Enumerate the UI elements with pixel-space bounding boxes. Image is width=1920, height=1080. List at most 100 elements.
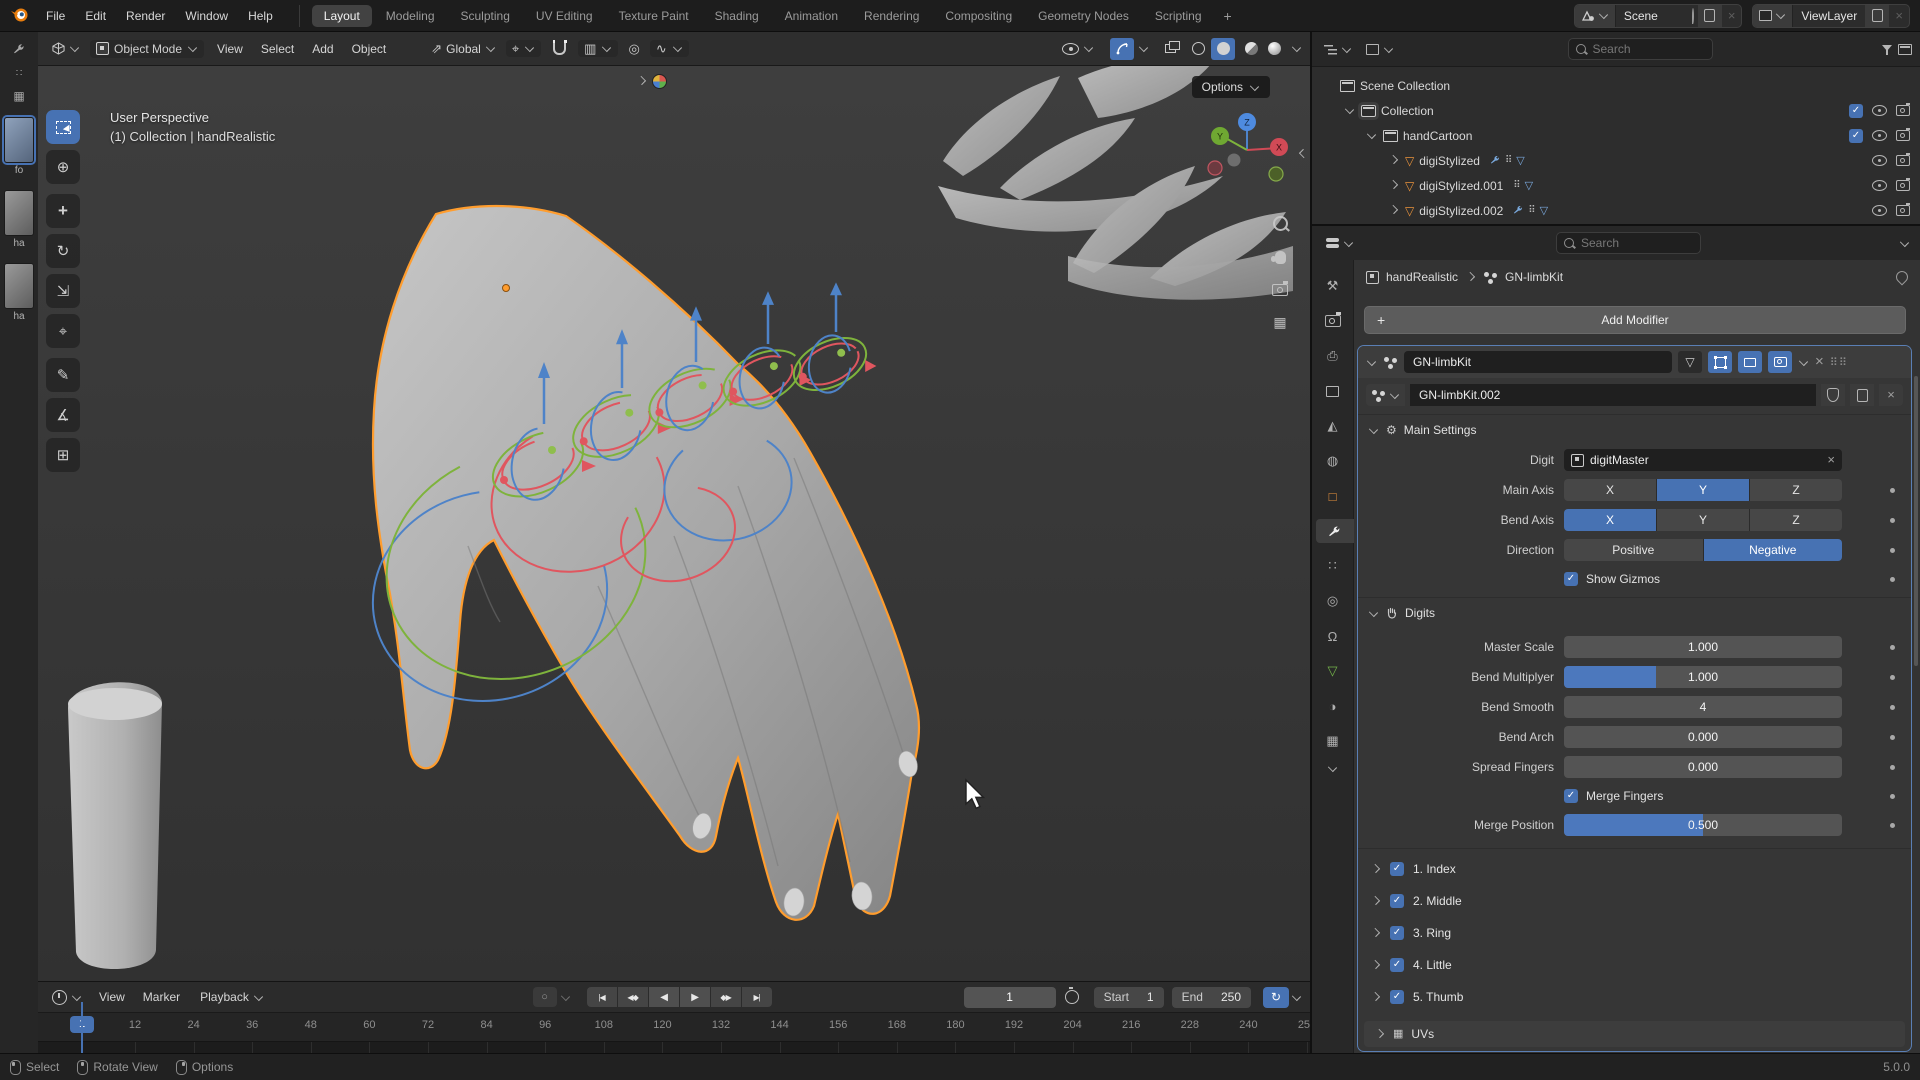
scene-name[interactable]: Scene [1616, 9, 1688, 23]
expand-open-icon[interactable] [1367, 130, 1376, 139]
section-thumb[interactable]: ✓5. Thumb [1358, 981, 1911, 1013]
tab-uv-editing[interactable]: UV Editing [524, 5, 605, 27]
tool-select-box[interactable] [46, 110, 80, 144]
chevron-down-icon[interactable] [1292, 991, 1301, 1000]
cartoon-hand-object[interactable] [938, 66, 1293, 300]
section-index[interactable]: ✓1. Index [1358, 853, 1911, 885]
new-viewlayer-button[interactable] [1865, 5, 1889, 27]
breadcrumb-modifier[interactable]: GN-limbKit [1505, 270, 1563, 284]
outliner-row[interactable]: Scene Collection [1312, 73, 1920, 98]
add-workspace-button[interactable]: + [1216, 8, 1240, 24]
remove-modifier-button[interactable]: × [1815, 357, 1824, 367]
visibility-checkbox[interactable]: ✓ [1849, 104, 1863, 118]
animate-dot[interactable] [1890, 823, 1895, 828]
animate-dot[interactable] [1890, 645, 1895, 650]
properties-search-input[interactable] [1579, 235, 1693, 251]
tab-geometry-nodes[interactable]: Geometry Nodes [1026, 5, 1141, 27]
tab-compositing[interactable]: Compositing [933, 5, 1024, 27]
snap-toggle[interactable] [545, 40, 574, 58]
sidebar-toggle[interactable] [1298, 148, 1309, 162]
bend_axis-option-z[interactable]: Z [1750, 509, 1842, 531]
visibility-checkbox[interactable]: ✓ [1849, 129, 1863, 143]
animate-dot[interactable] [1890, 675, 1895, 680]
node-group-name-field[interactable]: GN-limbKit.002 [1410, 384, 1816, 406]
shading-rendered-button[interactable] [1268, 39, 1287, 58]
outliner-row[interactable]: ▽digiStylized.001⠿▽ [1312, 173, 1920, 198]
spread-fingers-field[interactable]: 0.000 [1564, 756, 1842, 778]
properties-tab-data[interactable]: ▽ [1316, 659, 1350, 683]
options-button[interactable]: Options [1192, 76, 1270, 98]
new-scene-button[interactable] [1698, 5, 1722, 27]
menu-window[interactable]: Window [175, 6, 238, 26]
tab-scripting[interactable]: Scripting [1143, 5, 1214, 27]
tool-annotate[interactable]: ✎ [46, 358, 80, 392]
grid-icon[interactable]: ▦ [0, 89, 38, 103]
filter-funnel-icon[interactable] [1882, 45, 1892, 56]
outliner-display-mode[interactable] [1320, 42, 1356, 57]
outliner-search[interactable] [1568, 38, 1713, 60]
edit-mode-display-toggle[interactable] [1708, 351, 1732, 373]
main_axis-option-z[interactable]: Z [1750, 479, 1842, 501]
bend-smooth-field[interactable]: 4 [1564, 696, 1842, 718]
animate-dot[interactable] [1890, 518, 1895, 523]
pan-hand-icon[interactable] [1275, 251, 1286, 264]
properties-tab-output[interactable]: ⎙ [1316, 344, 1350, 368]
tab-shading[interactable]: Shading [703, 5, 771, 27]
menu-object[interactable]: Object [343, 39, 396, 59]
outliner-item-name[interactable]: Scene Collection [1360, 79, 1450, 93]
bend_axis-option-x[interactable]: X [1564, 509, 1657, 531]
properties-tab-constraints[interactable]: Ω [1316, 624, 1350, 648]
outliner-row[interactable]: ▽digiStylized⠿▽ [1312, 148, 1920, 173]
overlays-toggle[interactable] [1159, 41, 1182, 56]
section-ring[interactable]: ✓3. Ring [1358, 917, 1911, 949]
realtime-display-toggle[interactable] [1738, 351, 1762, 373]
animate-dot[interactable] [1890, 577, 1895, 582]
asset-thumbnail[interactable] [4, 190, 34, 236]
show-gizmos-checkbox[interactable]: ✓ [1564, 572, 1578, 586]
outliner-item-name[interactable]: digiStylized.002 [1419, 204, 1503, 218]
breadcrumb-object[interactable]: handRealistic [1386, 270, 1458, 284]
properties-editor-type[interactable] [1322, 235, 1358, 251]
tabs-overflow-chevron[interactable] [1328, 763, 1337, 772]
properties-tab-scene[interactable]: ◭ [1316, 414, 1350, 438]
eye-icon[interactable] [1872, 155, 1887, 166]
chevron-down-icon[interactable] [1367, 356, 1376, 365]
section-little[interactable]: ✓4. Little [1358, 949, 1911, 981]
eye-icon[interactable] [1872, 205, 1887, 216]
camera-view-icon[interactable] [1272, 284, 1288, 296]
filter-icon[interactable]: ∷ [0, 68, 38, 79]
blender-logo-icon[interactable] [10, 5, 30, 26]
hand-object[interactable] [373, 206, 920, 920]
tab-layout[interactable]: Layout [312, 5, 372, 27]
menu-view[interactable]: View [90, 987, 134, 1007]
properties-tab-world[interactable]: ◍ [1316, 449, 1350, 473]
shading-material-button[interactable] [1239, 39, 1264, 58]
next-keyframe-button[interactable]: ◆▶ [711, 987, 741, 1007]
chevron-down-icon[interactable] [1292, 43, 1301, 52]
clear-icon[interactable]: × [1827, 455, 1835, 465]
camera-icon[interactable] [1896, 205, 1910, 216]
menu-select[interactable]: Select [252, 39, 303, 59]
tool-rotate[interactable]: ↻ [46, 234, 80, 268]
properties-tab-particles[interactable]: ∷ [1316, 554, 1350, 578]
timeline-ruler[interactable]: 1 12243648607284961081201321441561681801… [38, 1012, 1310, 1041]
tool-scale[interactable]: ⇲ [46, 274, 80, 308]
main_axis-option-x[interactable]: X [1564, 479, 1657, 501]
outliner-item-name[interactable]: handCartoon [1403, 129, 1472, 143]
digits-section-header[interactable]: Digits [1358, 597, 1911, 628]
properties-tab-texture[interactable]: ▦ [1316, 729, 1350, 753]
modifier-name-field[interactable]: GN-limbKit [1404, 351, 1672, 373]
apply-on-spline-toggle[interactable]: ▽ [1678, 351, 1702, 373]
outliner-search-input[interactable] [1591, 41, 1705, 57]
-littlecheckbox[interactable]: ✓ [1390, 958, 1404, 972]
outliner-item-name[interactable]: Collection [1381, 104, 1434, 118]
tool-cursor[interactable]: ⊕ [46, 150, 80, 184]
asset-thumbnail[interactable] [4, 263, 34, 309]
direction-option-negative[interactable]: Negative [1704, 539, 1843, 561]
animate-dot[interactable] [1890, 705, 1895, 710]
properties-tab-material[interactable]: ◑ [1316, 694, 1350, 718]
main_axis-option-y[interactable]: Y [1657, 479, 1750, 501]
asset-thumbnail[interactable] [4, 117, 34, 163]
bend_axis-option-y[interactable]: Y [1657, 509, 1750, 531]
uvs-subpanel-header[interactable]: ▦ UVs [1364, 1021, 1905, 1047]
